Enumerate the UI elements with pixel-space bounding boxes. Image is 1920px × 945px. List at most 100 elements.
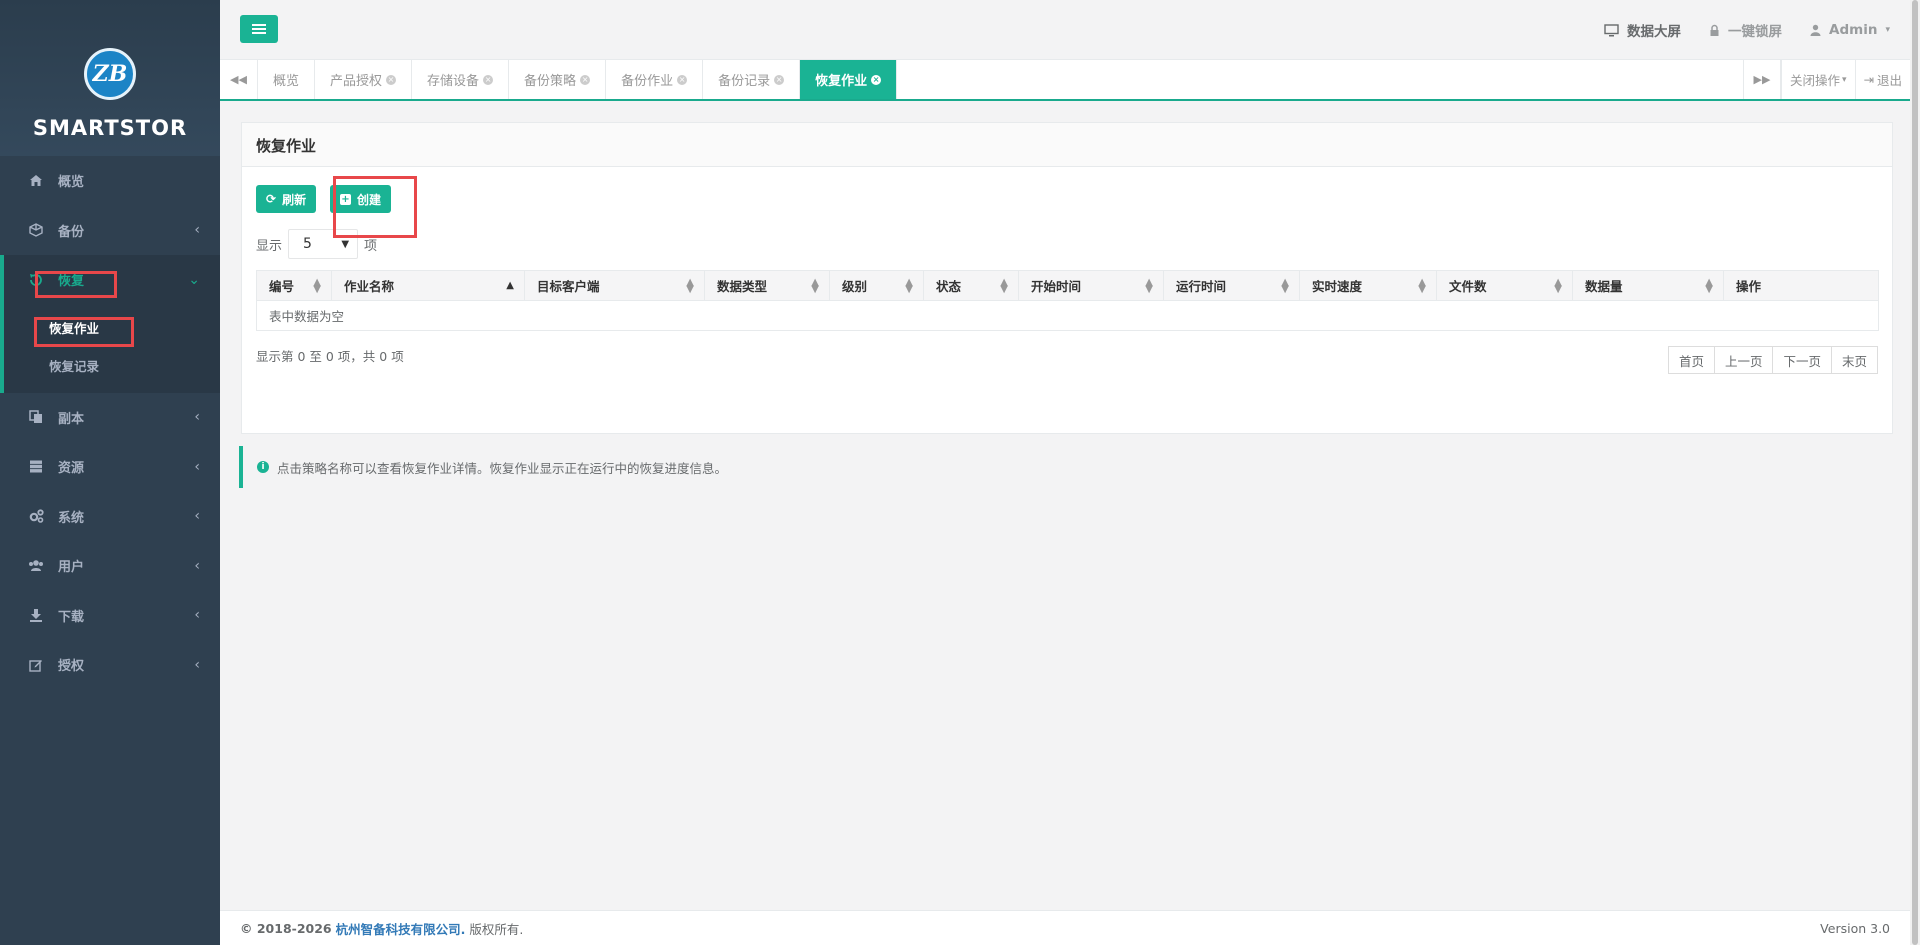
last-page-button[interactable]: 末页 bbox=[1830, 346, 1878, 374]
data-screen-label: 数据大屏 bbox=[1627, 24, 1682, 40]
tab-backup-policy[interactable]: 备份策略 × bbox=[509, 60, 607, 99]
close-tab-icon[interactable]: × bbox=[483, 74, 494, 85]
tab-label: 存储设备 bbox=[427, 74, 480, 89]
sort-icon: ▲ ▼ bbox=[811, 277, 819, 295]
sort-icon: ▲ ▼ bbox=[1000, 277, 1008, 295]
page-tabs-bar: ◀◀ 概览 产品授权 × 存储设备 × 备份策略 × 备份作业 × 备份记录 × 恢复作业… bbox=[220, 60, 1910, 101]
chevron-down-icon: ⌄ bbox=[188, 271, 200, 288]
column-header[interactable]: 目标客户端 ▲ ▼ bbox=[524, 270, 705, 301]
sidebar-item-label: 资源 bbox=[58, 461, 85, 477]
show-prefix: 显示 bbox=[256, 238, 283, 254]
column-header[interactable]: 运行时间 ▲ ▼ bbox=[1163, 270, 1300, 301]
menu-toggle-button[interactable] bbox=[240, 15, 278, 43]
column-header[interactable]: 数据量 ▲ ▼ bbox=[1572, 270, 1724, 301]
first-page-button[interactable]: 首页 bbox=[1667, 346, 1715, 374]
column-header[interactable]: 开始时间 ▲ ▼ bbox=[1018, 270, 1164, 301]
tab-label: 备份策略 bbox=[524, 74, 577, 89]
close-tab-icon[interactable]: × bbox=[386, 74, 397, 85]
sidebar-item-license[interactable]: 授权 ‹ bbox=[0, 640, 220, 690]
sidebar-item-download[interactable]: 下载 ‹ bbox=[0, 591, 220, 641]
panel-title: 恢复作业 bbox=[242, 123, 1892, 167]
sidebar-item-users[interactable]: 用户 ‹ bbox=[0, 541, 220, 591]
forward-icon: ▶▶ bbox=[1753, 73, 1771, 86]
sort-icon: ▲ ▼ bbox=[905, 277, 913, 295]
tab-label: 概览 bbox=[273, 74, 300, 89]
chevron-left-icon: ‹ bbox=[194, 607, 200, 624]
gears-icon bbox=[28, 508, 44, 524]
next-page-button[interactable]: 下一页 bbox=[1772, 346, 1832, 374]
sidebar-item-label: 下载 bbox=[58, 609, 85, 625]
copy-icon bbox=[28, 409, 44, 425]
close-tab-icon[interactable]: × bbox=[677, 74, 688, 85]
table-row: 表中数据为空 bbox=[256, 300, 1879, 331]
highlight-box-restore-jobs bbox=[34, 317, 134, 347]
page-size-value: 5 bbox=[303, 236, 312, 252]
sidebar-item-resources[interactable]: 资源 ‹ bbox=[0, 442, 220, 492]
company-link[interactable]: 杭州智备科技有限公司. bbox=[336, 919, 466, 938]
lock-icon bbox=[1710, 24, 1719, 36]
chevron-left-icon: ‹ bbox=[194, 409, 200, 426]
close-tab-icon[interactable]: × bbox=[580, 74, 591, 85]
sidebar-item-label: 授权 bbox=[58, 659, 85, 675]
user-menu[interactable]: Admin ▾ bbox=[1810, 20, 1890, 40]
tab-restore-jobs[interactable]: 恢复作业 × bbox=[800, 60, 898, 99]
caret-down-icon: ▾ bbox=[1885, 25, 1890, 35]
sort-icon: ▲ ▼ bbox=[1705, 277, 1713, 295]
highlight-box-create-button bbox=[333, 176, 417, 238]
tab-storage-devices[interactable]: 存储设备 × bbox=[412, 60, 510, 99]
column-header[interactable]: 状态 ▲ ▼ bbox=[923, 270, 1019, 301]
sort-icon: ▲ ▼ bbox=[313, 277, 321, 295]
sidebar-item-copy[interactable]: 副本 ‹ bbox=[0, 393, 220, 443]
logout-label: 退出 bbox=[1876, 73, 1902, 88]
refresh-button[interactable]: ⟳ 刷新 bbox=[256, 185, 317, 213]
sidebar-item-system[interactable]: 系统 ‹ bbox=[0, 492, 220, 542]
column-header[interactable]: 作业名称 ▲ bbox=[331, 270, 525, 301]
chevron-left-icon: ‹ bbox=[194, 656, 200, 673]
chevron-left-icon: ‹ bbox=[194, 508, 200, 525]
tabs-scroll-right-button[interactable]: ▶▶ bbox=[1742, 60, 1781, 99]
sidebar-item-label: 用户 bbox=[58, 560, 85, 576]
sidebar-item-label: 系统 bbox=[58, 510, 85, 526]
highlight-box-restore-menu bbox=[35, 271, 117, 298]
lock-screen-link[interactable]: 一键锁屏 bbox=[1709, 20, 1782, 40]
sidebar-item-label: 概览 bbox=[58, 175, 85, 191]
scrollbar-thumb[interactable] bbox=[1912, 0, 1918, 945]
tab-overview[interactable]: 概览 bbox=[258, 60, 316, 99]
prev-page-button[interactable]: 上一页 bbox=[1713, 346, 1774, 374]
brand-name: SMARTSTOR bbox=[32, 116, 188, 140]
chevron-down-icon: ▼ bbox=[341, 238, 350, 250]
column-header[interactable]: 数据类型 ▲ ▼ bbox=[704, 270, 830, 301]
pagination: 首页 上一页 下一页 末页 bbox=[1667, 346, 1878, 374]
sort-asc-icon: ▲ bbox=[506, 280, 514, 291]
caret-down-icon: ▾ bbox=[1841, 74, 1847, 85]
close-operations-dropdown[interactable]: 关闭操作 ▾ bbox=[1780, 60, 1855, 99]
logout-button[interactable]: ⇥ 退出 bbox=[1854, 60, 1911, 99]
column-header[interactable]: 编号 ▲ ▼ bbox=[256, 270, 332, 301]
tab-product-license[interactable]: 产品授权 × bbox=[315, 60, 413, 99]
chevron-left-icon: ‹ bbox=[194, 222, 200, 239]
sidebar-item-backup[interactable]: 备份 ‹ bbox=[0, 206, 220, 256]
lock-screen-label: 一键锁屏 bbox=[1728, 24, 1783, 40]
data-screen-link[interactable]: 数据大屏 bbox=[1604, 20, 1681, 40]
column-header[interactable]: 级别 ▲ ▼ bbox=[829, 270, 924, 301]
page-scrollbar[interactable] bbox=[1910, 0, 1920, 945]
close-tab-icon[interactable]: × bbox=[774, 74, 785, 85]
users-icon bbox=[28, 558, 44, 574]
hamburger-icon bbox=[252, 24, 266, 34]
subnav-item-restore-records[interactable]: 恢复记录 bbox=[4, 347, 220, 385]
notice-text: 点击策略名称可以查看恢复作业详情。恢复作业显示正在运行中的恢复进度信息。 bbox=[277, 460, 728, 476]
tab-backup-records[interactable]: 备份记录 × bbox=[703, 60, 801, 99]
table-header-row: 编号 ▲ ▼ 作业名称 ▲ 目标客户端 ▲ ▼ 数据类型 ▲ ▼ 级别 ▲ ▼ 状态 ▲ ▼ 开始时间… bbox=[256, 270, 1879, 301]
tabs-scroll-left-button[interactable]: ◀◀ bbox=[220, 60, 258, 99]
logo: ZB bbox=[84, 48, 136, 100]
column-header[interactable]: 实时速度 ▲ ▼ bbox=[1299, 270, 1437, 301]
server-icon bbox=[28, 459, 44, 475]
sort-icon: ▲ ▼ bbox=[1281, 277, 1289, 295]
sort-icon: ▲ ▼ bbox=[1145, 277, 1153, 295]
sidebar-item-overview[interactable]: 概览 bbox=[0, 156, 220, 206]
close-tab-icon[interactable]: × bbox=[871, 74, 882, 85]
edit-icon bbox=[28, 657, 44, 673]
sidebar-item-label: 备份 bbox=[58, 224, 85, 240]
column-header[interactable]: 文件数 ▲ ▼ bbox=[1436, 270, 1573, 301]
tab-backup-jobs[interactable]: 备份作业 × bbox=[606, 60, 704, 99]
